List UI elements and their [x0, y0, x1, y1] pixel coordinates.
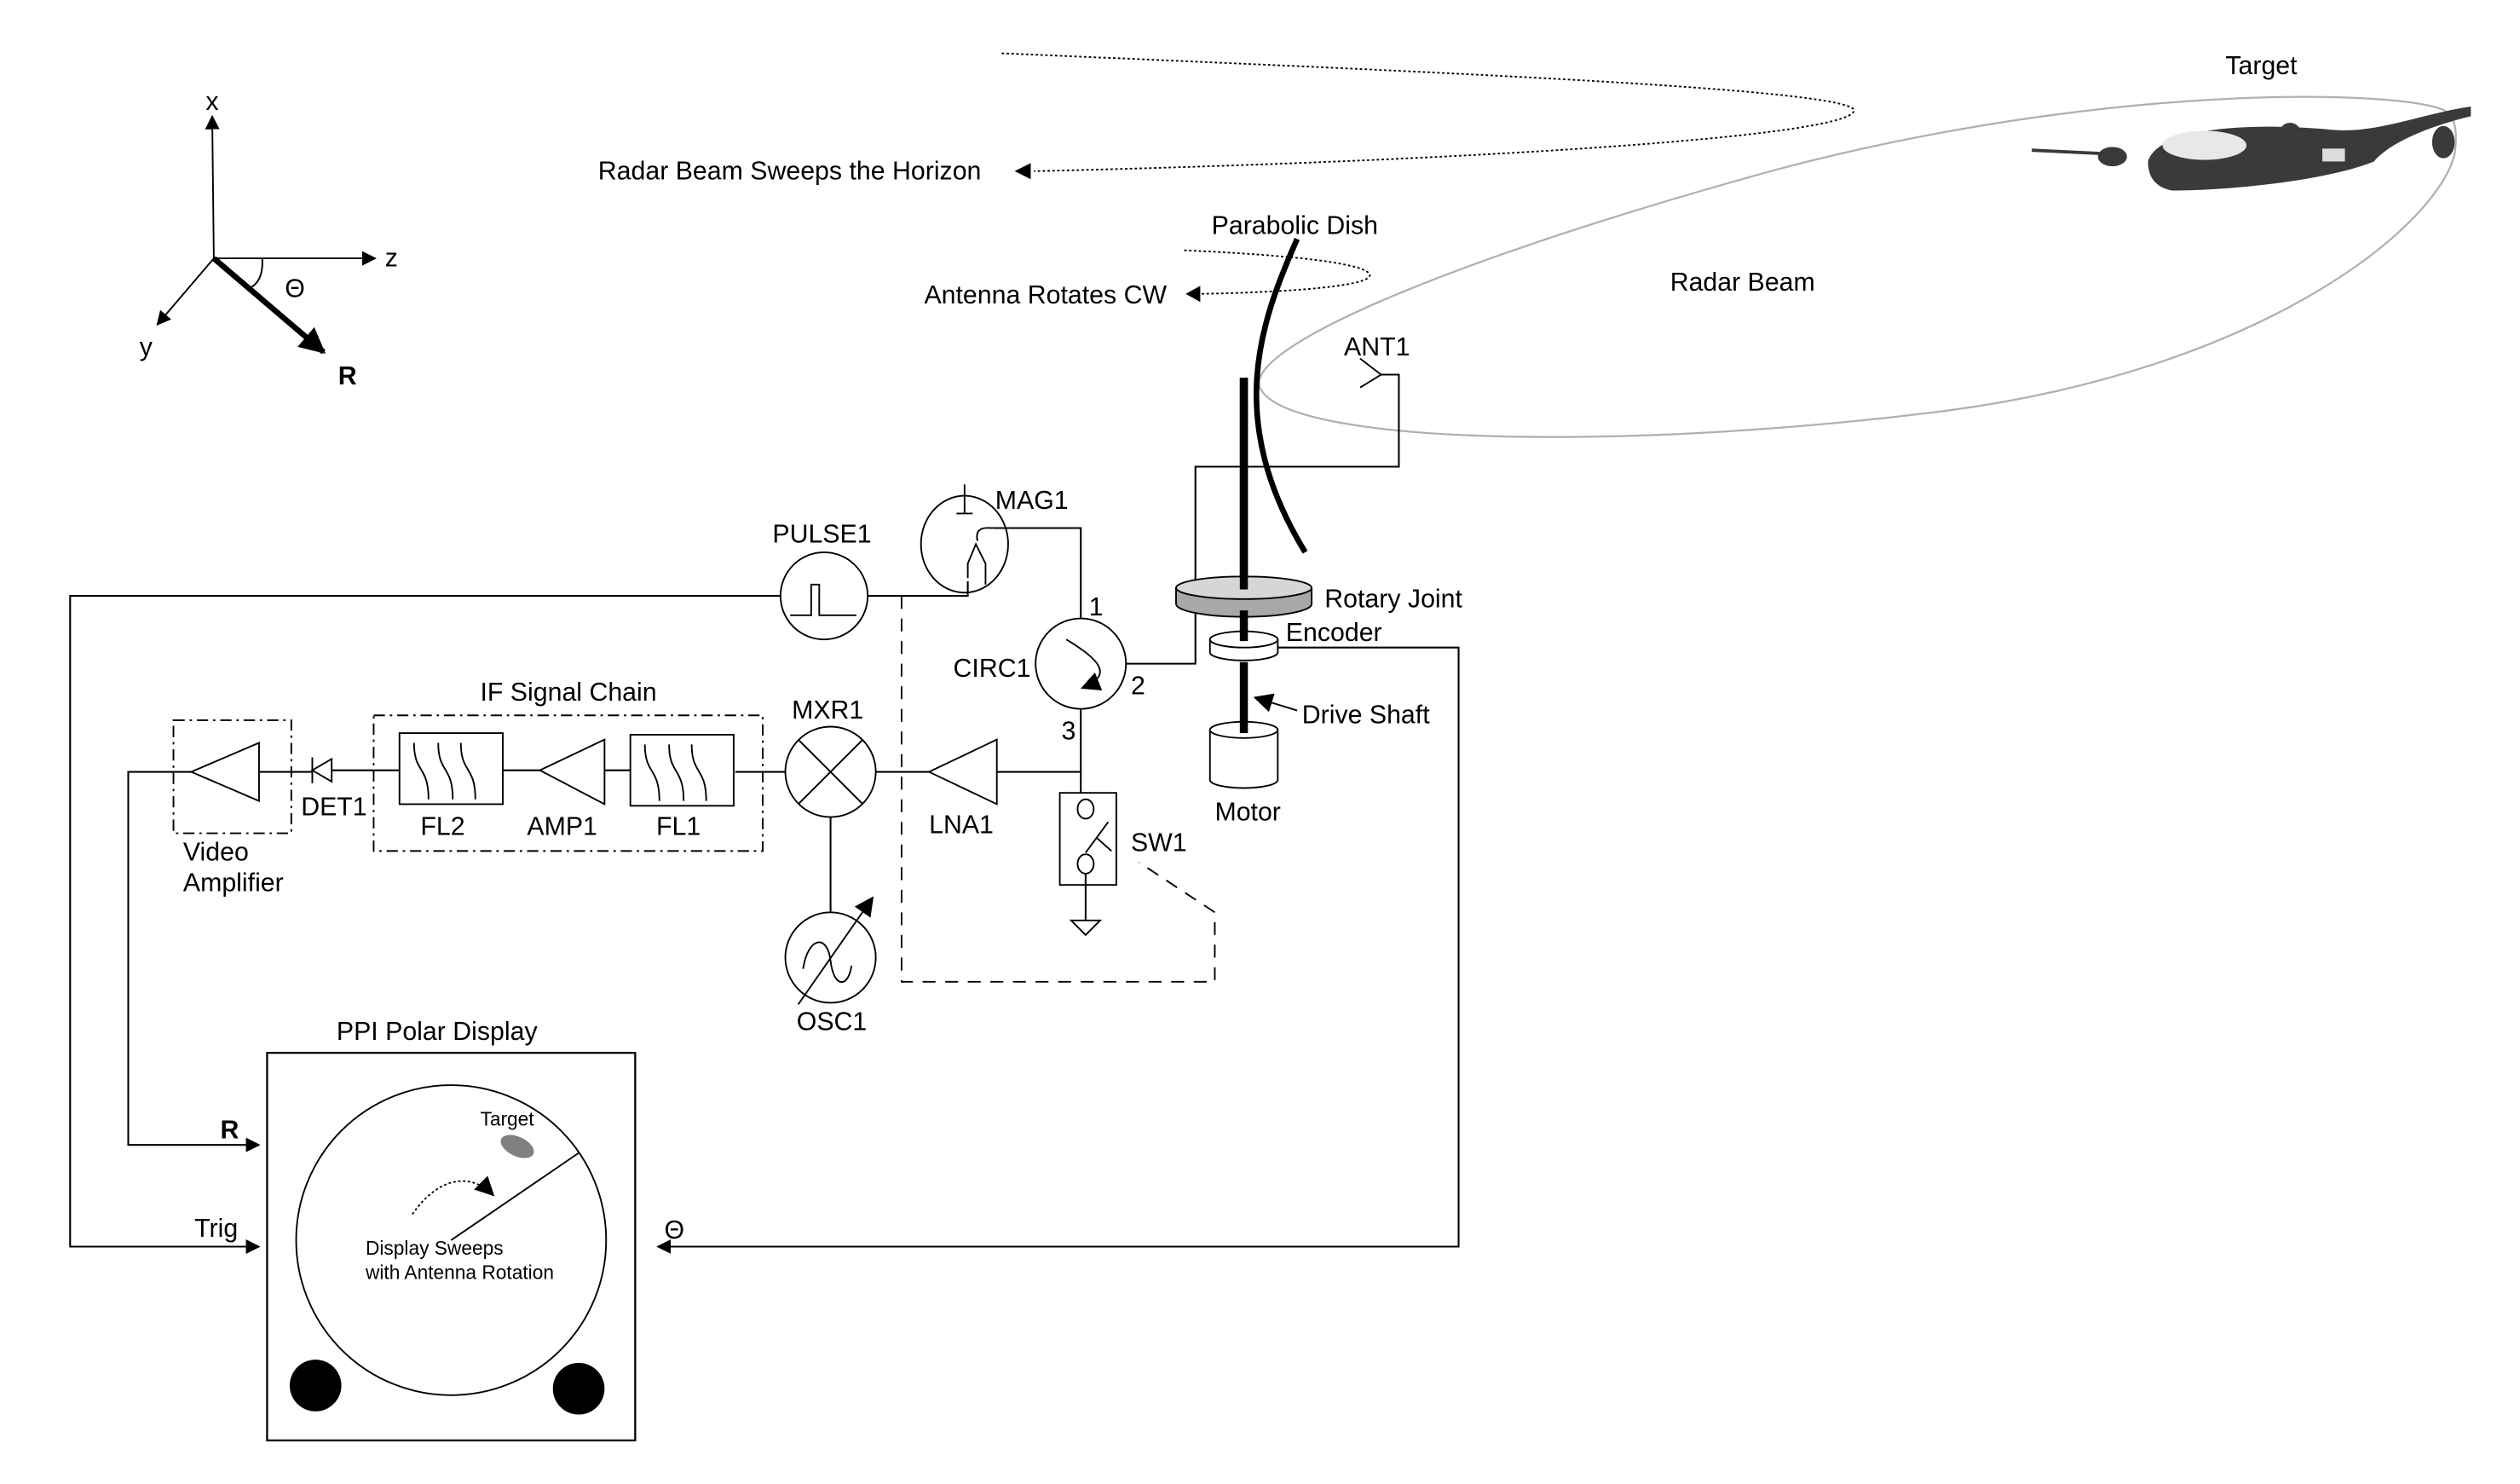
motor-label: Motor [1214, 798, 1280, 826]
circ1-port3: 3 [1061, 718, 1075, 746]
display-input-theta: Θ [664, 1216, 684, 1244]
control-knob-left[interactable] [289, 1360, 342, 1412]
display-input-r: R [220, 1117, 239, 1145]
circ1-port2: 2 [1131, 673, 1145, 701]
z-axis-label: z [385, 245, 398, 273]
rotary-joint [1175, 378, 1313, 618]
ant1-feed-line [1194, 373, 1400, 595]
radar-diagram: x z y Θ R Radar Beam Sweeps the Horizon … [69, 52, 2471, 1441]
control-knob-right[interactable] [552, 1362, 605, 1415]
sw1-contact-bottom [1076, 853, 1095, 875]
y-axis-label: y [140, 333, 153, 361]
y-axis [156, 257, 215, 326]
det1-label: DET1 [301, 794, 366, 822]
fl1-symbol [629, 734, 735, 807]
circ1-symbol [1035, 617, 1127, 710]
lna1-symbol [926, 738, 998, 806]
lna1-label: LNA1 [929, 811, 994, 840]
ant1-label: ANT1 [1344, 333, 1410, 361]
radar-beam-label: Radar Beam [1670, 269, 1815, 297]
encoder [1208, 629, 1279, 661]
coordinate-axes: x z y Θ R [140, 88, 398, 390]
drive-shaft-pointer [1253, 693, 1298, 713]
ppi-display-title: PPI Polar Display [337, 1018, 539, 1046]
osc1-label: OSC1 [797, 1008, 868, 1036]
theta-label: Θ [285, 275, 305, 303]
range-vector [211, 256, 326, 355]
target-label: Target [2225, 52, 2298, 80]
circ1-label: CIRC1 [954, 655, 1031, 683]
mxr1-label: MXR1 [792, 696, 863, 725]
circ-to-rotary-line [1126, 613, 1197, 665]
sweep-annotations: Radar Beam Sweeps the Horizon Antenna Ro… [598, 52, 1855, 309]
sw1-label: SW1 [1131, 829, 1187, 857]
if-chain-label: IF Signal Chain [480, 678, 656, 707]
drive-shaft-label: Drive Shaft [1302, 702, 1430, 730]
motor [1208, 719, 1279, 789]
amp1-symbol [538, 738, 606, 806]
display-target-label: Target [480, 1107, 534, 1129]
antenna-rotation-arrowhead [1185, 286, 1201, 303]
encoder-theta-line [656, 646, 1460, 1255]
if-signal-chain: IF Signal Chain FL1 AMP1 FL2 DET1 [301, 678, 764, 852]
display-caption-line2: with Antenna Rotation [365, 1261, 554, 1283]
fl1-label: FL1 [656, 812, 701, 840]
range-signal-line [127, 771, 261, 1152]
x-axis [205, 114, 220, 259]
theta-arc [247, 258, 263, 290]
aircraft-icon [2031, 107, 2471, 191]
antenna-rotation-label: Antenna Rotates CW [924, 281, 1167, 309]
pulse1-symbol [779, 551, 869, 641]
horizon-sweep-path [1001, 52, 1855, 172]
horizon-sweep-arrowhead [1014, 163, 1031, 180]
ant1-feed-icon [1359, 357, 1383, 389]
rotary-joint-label: Rotary Joint [1324, 585, 1462, 613]
display-input-trig: Trig [194, 1215, 238, 1243]
parabolic-dish [1254, 238, 1308, 554]
det1-diode-icon [310, 757, 333, 783]
fl2-symbol [398, 732, 504, 806]
ppi-display: PPI Polar Display Target Display Sweeps … [194, 1018, 684, 1441]
video-amp-label-line2: Amplifier [183, 869, 284, 898]
sw1-contact-top [1076, 798, 1095, 820]
circ1-port1: 1 [1089, 593, 1104, 621]
range-label: R [338, 362, 357, 390]
antenna-assembly: Parabolic Dish ANT1 Rotary Joint Encoder… [1175, 212, 1463, 826]
parabolic-dish-label: Parabolic Dish [1212, 212, 1378, 240]
video-amp-label-line1: Video [183, 839, 249, 867]
amp1-label: AMP1 [527, 812, 597, 840]
ground-icon [1069, 919, 1103, 937]
video-amp-symbol [188, 742, 260, 803]
x-axis-label: x [205, 88, 218, 116]
mag1-label: MAG1 [995, 487, 1069, 515]
pulse1-label: PULSE1 [772, 521, 871, 549]
encoder-label: Encoder [1286, 619, 1382, 647]
display-caption-line1: Display Sweeps [366, 1237, 504, 1259]
fl2-label: FL2 [420, 812, 464, 840]
horizon-sweep-label: Radar Beam Sweeps the Horizon [598, 157, 982, 185]
target-aircraft: Target [2031, 52, 2471, 191]
